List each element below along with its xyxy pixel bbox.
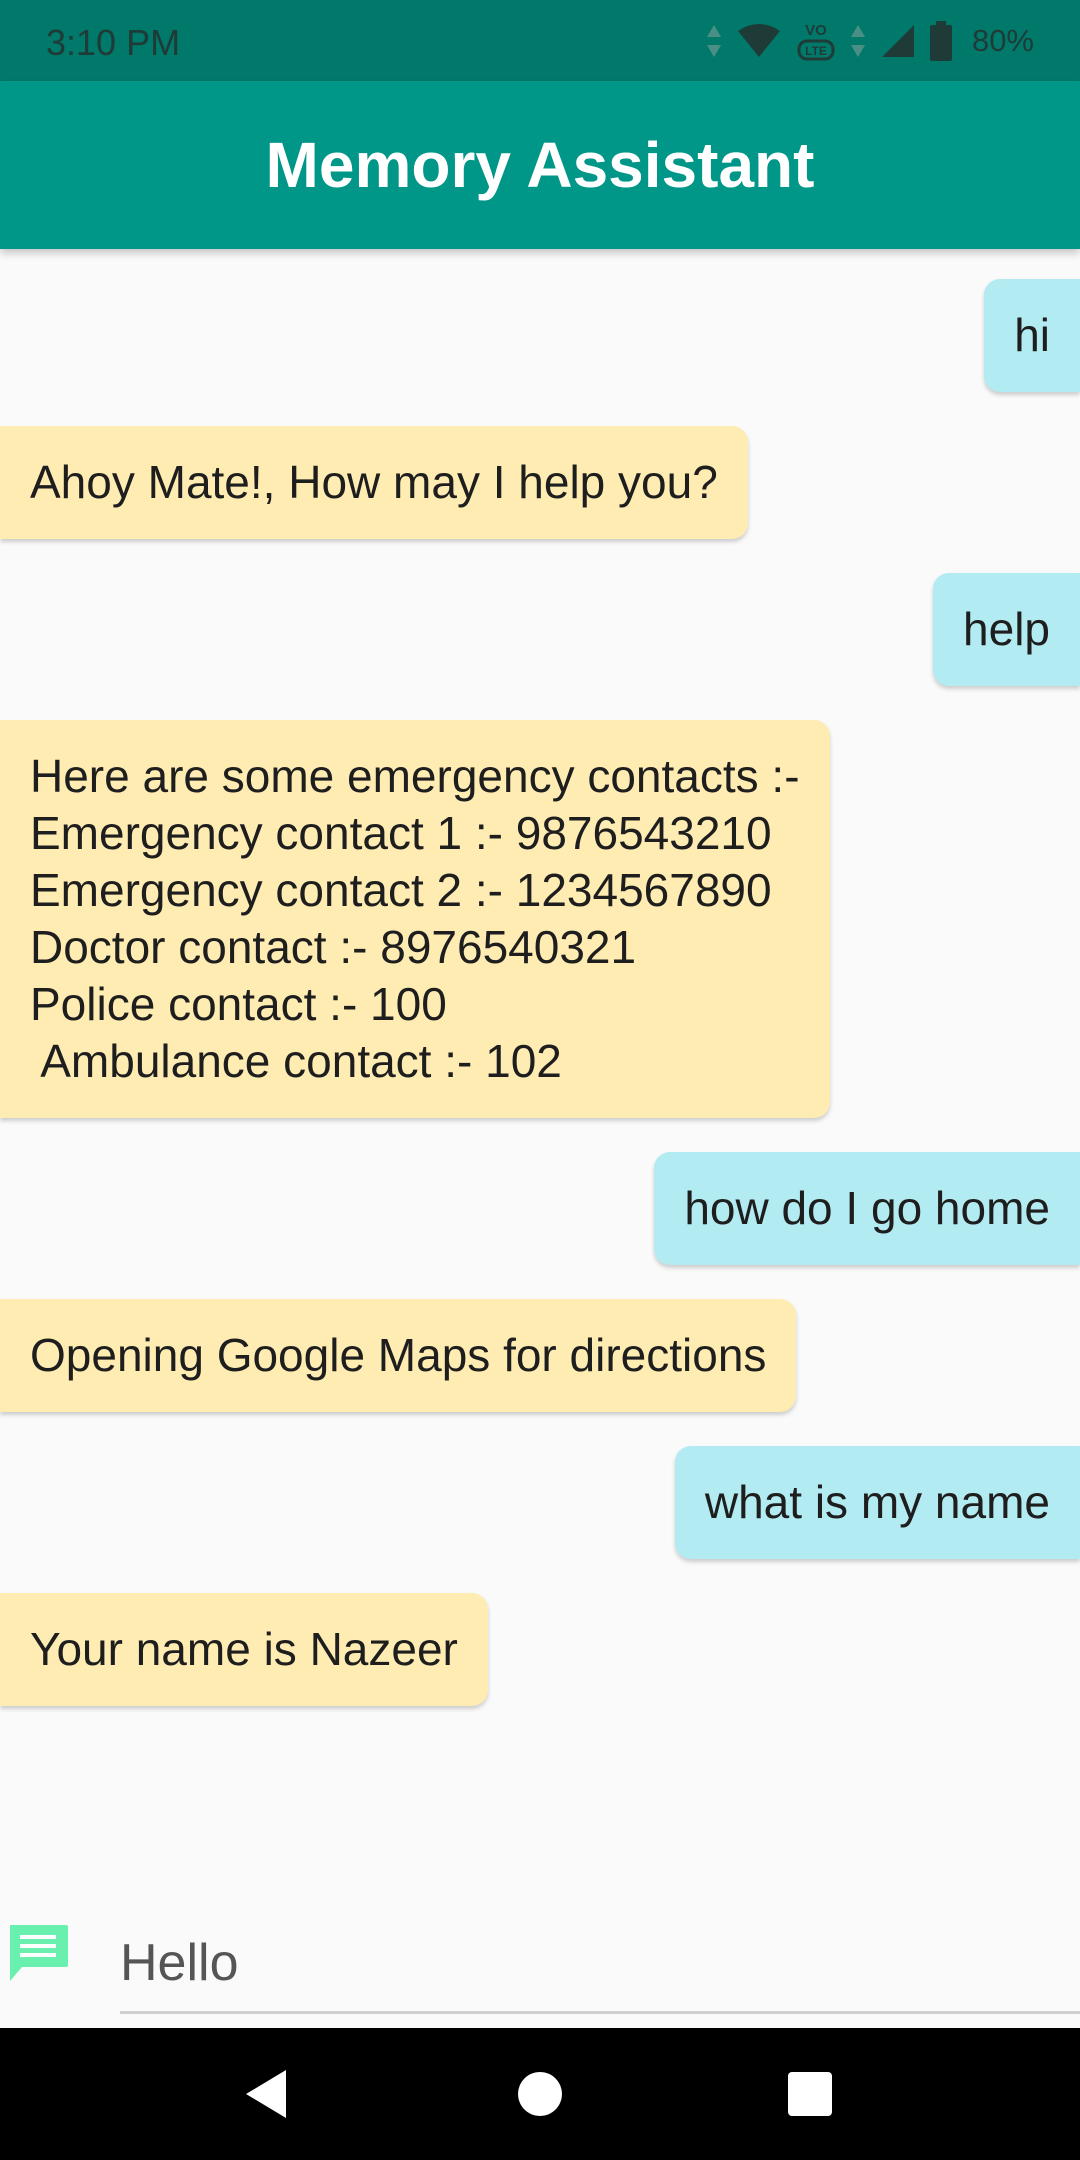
message-input-row: Hello (0, 1905, 1080, 2025)
back-icon[interactable] (238, 2064, 298, 2124)
app-title: Memory Assistant (265, 129, 815, 201)
user-message[interactable]: help (933, 573, 1080, 686)
home-icon[interactable] (510, 2064, 570, 2124)
wifi-icon (737, 24, 780, 57)
recents-icon[interactable] (780, 2064, 840, 2124)
bot-message[interactable]: Here are some emergency contacts :- Emer… (0, 720, 830, 1118)
bot-message[interactable]: Ahoy Mate!, How may I help you? (0, 426, 748, 539)
status-time: 3:10 PM (46, 22, 181, 63)
app-bar: Memory Assistant (0, 81, 1080, 249)
svg-text:LTE: LTE (805, 44, 827, 58)
data-arrows-icon (706, 25, 721, 57)
signal-icon (881, 25, 914, 57)
message-input[interactable]: Hello (120, 1915, 1080, 2014)
navigation-bar (0, 2028, 1080, 2160)
user-message[interactable]: what is my name (674, 1446, 1080, 1559)
user-message[interactable]: how do I go home (654, 1152, 1080, 1265)
volte-icon: VO LTE (797, 22, 835, 61)
battery-icon (929, 21, 952, 61)
svg-text:VO: VO (805, 22, 827, 39)
chat-message-icon[interactable] (6, 1923, 70, 1985)
bot-message[interactable]: Opening Google Maps for directions (0, 1299, 797, 1412)
user-message[interactable]: hi (984, 279, 1080, 392)
data-arrows-icon (850, 25, 865, 57)
bot-message[interactable]: Your name is Nazeer (0, 1593, 488, 1706)
status-bar: 3:10 PM VO LTE 80% (0, 0, 1080, 81)
status-icons: VO LTE 80% (706, 18, 1034, 64)
chat-list[interactable]: hi Ahoy Mate!, How may I help you? help … (0, 249, 1080, 1869)
battery-percent: 80% (971, 23, 1034, 58)
